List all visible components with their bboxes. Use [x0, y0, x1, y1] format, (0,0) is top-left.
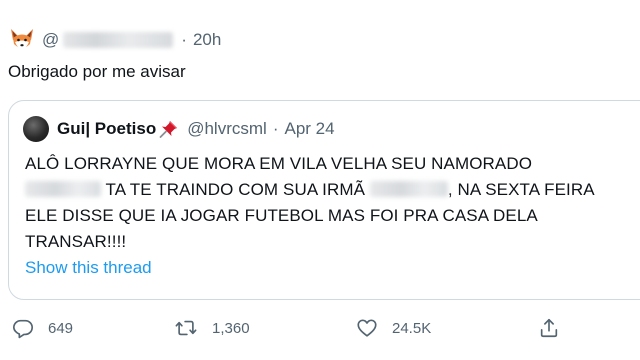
quoted-line-3: ELE DISSE QUE IA JOGAR FUTEBOL MAS FOI P…: [25, 206, 538, 225]
time-separator: ·: [181, 30, 187, 49]
quoted-line-2a: TA TE TRAINDO COM SUA IRMÃ: [105, 180, 366, 199]
fox-face-icon[interactable]: [8, 26, 36, 54]
tweet-time[interactable]: 20h: [193, 30, 221, 50]
redacted-name: [25, 181, 101, 197]
date-separator: ·: [272, 119, 279, 138]
retweet-icon: [175, 320, 197, 336]
handle-at-sign: @: [42, 30, 60, 49]
tweet-actions: 649 1,360 24.5K: [0, 312, 640, 344]
like-icon: [357, 319, 377, 337]
tweet-text: Obrigado por me avisar: [8, 62, 186, 81]
quoted-tweet[interactable]: Gui| Poetiso @hlvrcsml · Apr 24 ALÔ LORR…: [8, 100, 640, 300]
redacted-name: [369, 181, 448, 197]
share-button[interactable]: [538, 312, 560, 344]
redacted-handle: [63, 32, 174, 48]
like-button[interactable]: 24.5K: [356, 312, 431, 344]
quoted-avatar[interactable]: [23, 116, 49, 142]
reply-count: 649: [48, 319, 74, 337]
quoted-line-1: ALÔ LORRAYNE QUE MORA EM VILA VELHA SEU …: [25, 154, 533, 173]
show-thread-link[interactable]: Show this thread: [25, 258, 152, 278]
quoted-tweet-header: Gui| Poetiso @hlvrcsml · Apr 24: [23, 115, 335, 143]
retweet-count: 1,360: [212, 319, 250, 337]
retweet-button[interactable]: 1,360: [174, 312, 250, 344]
quoted-author-name[interactable]: Gui| Poetiso: [57, 119, 156, 139]
quoted-date[interactable]: Apr 24: [284, 119, 334, 139]
quoted-line-2: TA TE TRAINDO COM SUA IRMÃ , NA SEXTA FE…: [25, 177, 640, 203]
share-icon: [540, 318, 558, 338]
quoted-line-4: TRANSAR!!!!: [25, 232, 127, 251]
tweet-header: @ · 20h: [8, 26, 221, 54]
reply-button[interactable]: 649: [12, 312, 73, 344]
pushpin-icon: [159, 119, 179, 139]
quoted-tweet-text: ALÔ LORRAYNE QUE MORA EM VILA VELHA SEU …: [25, 151, 640, 255]
like-count: 24.5K: [392, 319, 432, 337]
quoted-author-handle[interactable]: @hlvrcsml: [187, 119, 267, 139]
author-handle[interactable]: @ · 20h: [42, 30, 221, 50]
tweet: @ · 20h Obrigado por me avisar Gui| Poet…: [0, 0, 640, 360]
quoted-line-2b: , NA SEXTA FEIRA: [447, 180, 595, 199]
reply-icon: [13, 319, 33, 339]
